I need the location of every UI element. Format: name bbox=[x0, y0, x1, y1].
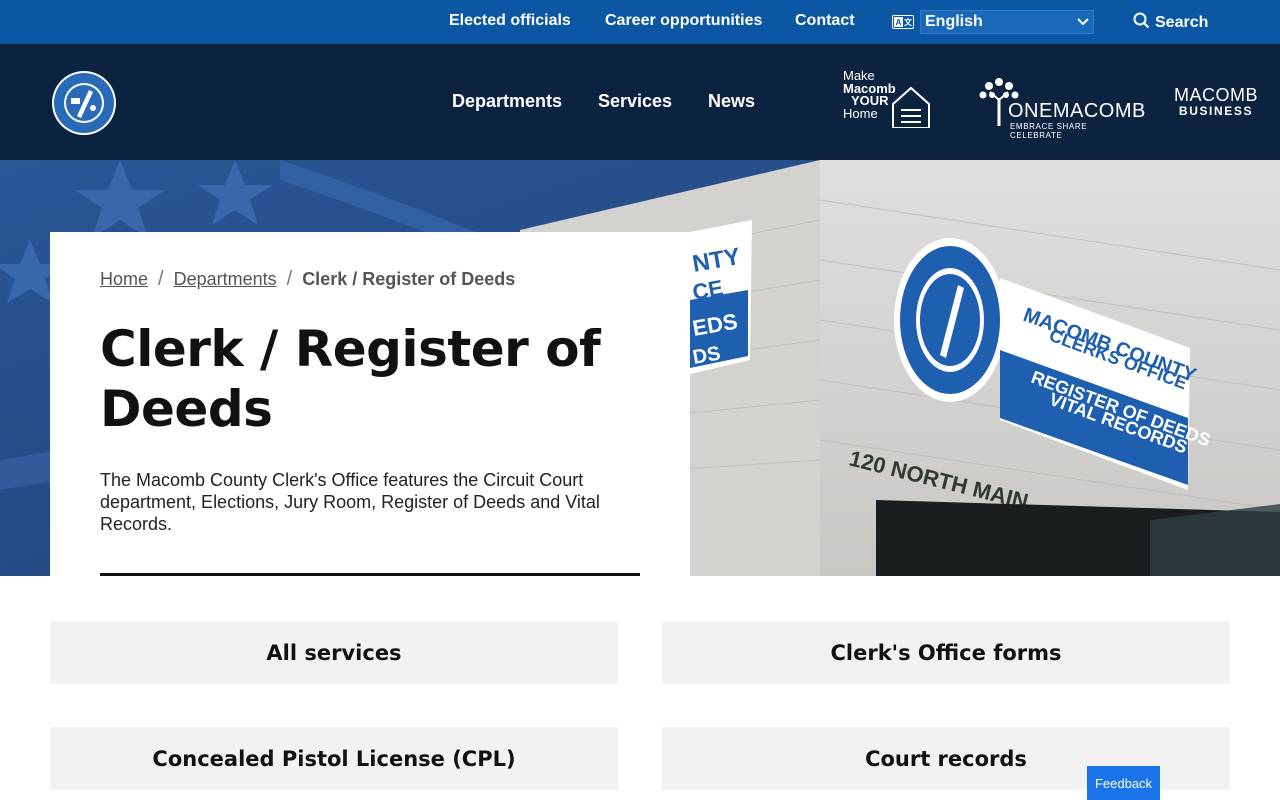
nav-services[interactable]: Services bbox=[598, 91, 672, 112]
page-title: Clerk / Register of Deeds bbox=[100, 320, 601, 438]
nav-news[interactable]: News bbox=[708, 91, 755, 112]
search-icon bbox=[1133, 12, 1150, 34]
svg-text:文: 文 bbox=[904, 17, 913, 27]
macomb-business-line1: MACOMB bbox=[1174, 85, 1258, 105]
translate-icon: A 文 bbox=[892, 15, 914, 29]
search-label: Search bbox=[1155, 14, 1209, 31]
house-icon bbox=[892, 86, 930, 128]
search-button[interactable]: Search bbox=[1133, 12, 1208, 34]
divider bbox=[100, 573, 640, 576]
left-sign-text-2: CE bbox=[691, 275, 725, 305]
make-macomb-your-home-logo[interactable]: Make Macomb YOUR Home bbox=[843, 69, 933, 132]
macomb-business-line2: BUSINESS bbox=[1178, 104, 1254, 118]
nav-departments[interactable]: Departments bbox=[452, 91, 562, 112]
macomb-business-logo[interactable]: MACOMB BUSINESS bbox=[1174, 86, 1258, 120]
all-services-button[interactable]: All services bbox=[50, 621, 618, 684]
career-opportunities-link[interactable]: Career opportunities bbox=[605, 12, 762, 30]
breadcrumb-current: Clerk / Register of Deeds bbox=[302, 269, 516, 289]
main-header: Departments Services News Make Macomb YO… bbox=[0, 44, 1280, 160]
one-macomb-logo[interactable]: ONEMACOMB EMBRACE SHARE CELEBRATE bbox=[978, 76, 1145, 140]
breadcrumb-departments[interactable]: Departments bbox=[174, 269, 277, 290]
elected-officials-link[interactable]: Elected officials bbox=[449, 12, 571, 30]
cpl-button[interactable]: Concealed Pistol License (CPL) bbox=[50, 727, 618, 790]
language-select[interactable]: English bbox=[920, 10, 1094, 34]
breadcrumb-separator: / bbox=[158, 268, 164, 290]
breadcrumb: Home / Departments / Clerk / Register of… bbox=[100, 268, 640, 291]
contact-link[interactable]: Contact bbox=[795, 12, 855, 30]
county-seal-logo[interactable] bbox=[51, 70, 117, 136]
feedback-button[interactable]: Feedback bbox=[1087, 766, 1160, 800]
utility-bar: Elected officials Career opportunities C… bbox=[0, 0, 1280, 44]
breadcrumb-separator: / bbox=[286, 268, 293, 290]
language-selector: A 文 English bbox=[892, 10, 1094, 34]
page-description: The Macomb County Clerk's Office feature… bbox=[100, 470, 600, 534]
language-value: English bbox=[925, 13, 983, 30]
chevron-down-icon bbox=[1077, 13, 1089, 31]
clerk-forms-button[interactable]: Clerk's Office forms bbox=[662, 621, 1230, 684]
one-macomb-tagline: EMBRACE SHARE CELEBRATE bbox=[1010, 122, 1088, 140]
one-macomb-name: ONEMACOMB bbox=[1008, 100, 1146, 122]
breadcrumb-home[interactable]: Home bbox=[100, 269, 148, 290]
hero-card: Home / Departments / Clerk / Register of… bbox=[50, 232, 690, 576]
svg-text:A: A bbox=[896, 18, 902, 27]
